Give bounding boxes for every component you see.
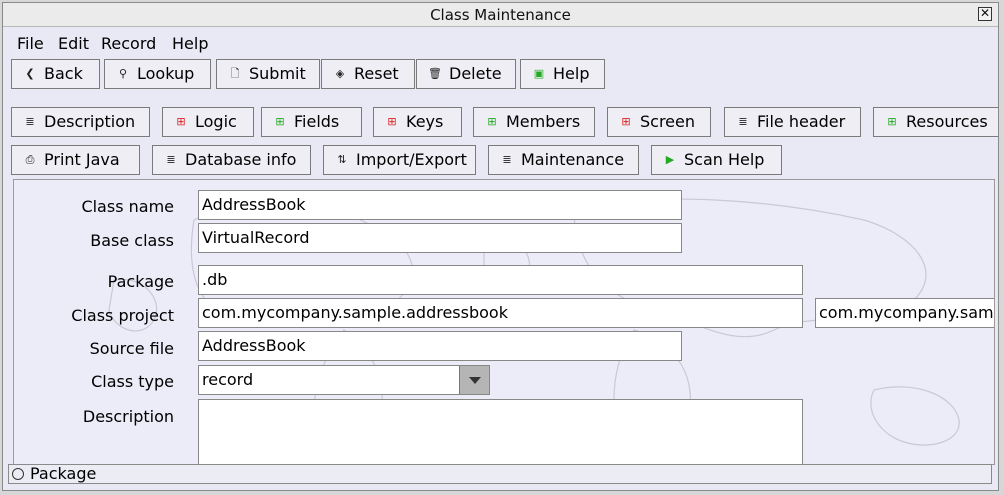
grid-icon: ⊞ bbox=[621, 115, 631, 128]
grid-icon: ⊞ bbox=[387, 115, 397, 128]
delete-button[interactable]: 🗑 Delete bbox=[416, 59, 516, 89]
tab-scan-help-label: Scan Help bbox=[684, 150, 765, 169]
description-label: Description bbox=[82, 407, 174, 426]
description-textarea[interactable] bbox=[198, 399, 803, 464]
tab-scan-help[interactable]: ▶ Scan Help bbox=[651, 145, 782, 175]
tab-maintenance[interactable]: ≣ Maintenance bbox=[488, 145, 639, 175]
package-field[interactable]: .db bbox=[198, 265, 803, 295]
status-bar: Package bbox=[8, 464, 992, 484]
help-book-icon: ▣ bbox=[533, 67, 545, 80]
delete-label: Delete bbox=[449, 64, 502, 83]
tab-screen-label: Screen bbox=[640, 112, 696, 131]
play-icon: ▶ bbox=[665, 153, 675, 166]
tab-database-info-label: Database info bbox=[185, 150, 297, 169]
help-button[interactable]: ▣ Help bbox=[520, 59, 605, 89]
help-label: Help bbox=[553, 64, 590, 83]
chevron-left-icon: ❮ bbox=[25, 67, 35, 80]
printer-icon: ⎙ bbox=[25, 153, 35, 166]
class-name-label: Class name bbox=[81, 197, 174, 216]
class-maintenance-window: Class Maintenance ✕ File Edit Record Hel… bbox=[2, 2, 999, 491]
reset-label: Reset bbox=[354, 64, 399, 83]
document-icon: 🗋 bbox=[230, 67, 240, 80]
submit-label: Submit bbox=[249, 64, 306, 83]
tab-members-label: Members bbox=[506, 112, 581, 131]
tab-screen[interactable]: ⊞ Screen bbox=[607, 107, 711, 137]
source-file-label: Source file bbox=[89, 339, 174, 358]
class-project-label: Class project bbox=[71, 306, 174, 325]
grid-icon: ⊞ bbox=[176, 115, 186, 128]
tab-print-java-label: Print Java bbox=[44, 150, 120, 169]
window-title: Class Maintenance bbox=[430, 6, 571, 24]
tab-database-info[interactable]: ≣ Database info bbox=[152, 145, 311, 175]
back-button[interactable]: ❮ Back bbox=[11, 59, 100, 89]
grid-icon: ⊞ bbox=[887, 115, 897, 128]
tab-file-header-label: File header bbox=[757, 112, 846, 131]
tab-fields-label: Fields bbox=[294, 112, 340, 131]
tab-keys-label: Keys bbox=[406, 112, 444, 131]
text-lines-icon: ≣ bbox=[738, 115, 748, 128]
tab-file-header[interactable]: ≣ File header bbox=[724, 107, 861, 137]
class-type-label: Class type bbox=[91, 372, 174, 391]
tab-members[interactable]: ⊞ Members bbox=[473, 107, 595, 137]
base-class-label: Base class bbox=[90, 231, 174, 250]
status-circle-icon bbox=[12, 468, 24, 480]
class-form: Class name AddressBook Base class Virtua… bbox=[13, 179, 995, 465]
magnifier-icon: ⚲ bbox=[118, 67, 128, 80]
tab-import-export-label: Import/Export bbox=[356, 150, 467, 169]
text-lines-icon: ≣ bbox=[25, 115, 35, 128]
class-type-select[interactable]: record bbox=[198, 365, 490, 395]
tab-logic[interactable]: ⊞ Logic bbox=[162, 107, 254, 137]
tab-description-label: Description bbox=[44, 112, 136, 131]
tab-maintenance-label: Maintenance bbox=[521, 150, 625, 169]
class-project-field[interactable]: com.mycompany.sample.addressbook bbox=[198, 298, 803, 328]
menu-edit[interactable]: Edit bbox=[58, 34, 89, 53]
reset-icon: ◈ bbox=[335, 67, 345, 80]
import-export-icon: ⇅ bbox=[337, 153, 347, 166]
tab-resources[interactable]: ⊞ Resources bbox=[873, 107, 998, 137]
chevron-down-icon[interactable] bbox=[459, 366, 489, 394]
submit-button[interactable]: 🗋 Submit bbox=[216, 59, 320, 89]
tab-fields[interactable]: ⊞ Fields bbox=[261, 107, 362, 137]
class-name-field[interactable]: AddressBook bbox=[198, 190, 682, 220]
lookup-label: Lookup bbox=[137, 64, 195, 83]
back-label: Back bbox=[44, 64, 83, 83]
menu-file[interactable]: File bbox=[17, 34, 44, 53]
package-label: Package bbox=[107, 272, 174, 291]
base-class-field[interactable]: VirtualRecord bbox=[198, 223, 682, 253]
tab-description[interactable]: ≣ Description bbox=[11, 107, 150, 137]
tab-keys[interactable]: ⊞ Keys bbox=[373, 107, 462, 137]
tab-logic-label: Logic bbox=[195, 112, 237, 131]
text-lines-icon: ≣ bbox=[502, 153, 512, 166]
tab-resources-label: Resources bbox=[906, 112, 988, 131]
status-text: Package bbox=[30, 464, 97, 483]
class-type-value: record bbox=[202, 370, 254, 389]
lookup-button[interactable]: ⚲ Lookup bbox=[104, 59, 211, 89]
close-icon[interactable]: ✕ bbox=[978, 7, 992, 21]
text-lines-icon: ≣ bbox=[166, 153, 176, 166]
tab-print-java[interactable]: ⎙ Print Java bbox=[11, 145, 140, 175]
reset-button[interactable]: ◈ Reset bbox=[321, 59, 415, 89]
title-bar: Class Maintenance ✕ bbox=[3, 3, 998, 27]
trash-icon: 🗑 bbox=[428, 67, 442, 80]
menu-record[interactable]: Record bbox=[101, 34, 156, 53]
tab-import-export[interactable]: ⇅ Import/Export bbox=[323, 145, 476, 175]
class-project-package-field[interactable]: com.mycompany.sample.addressbook bbox=[815, 298, 994, 328]
grid-icon: ⊞ bbox=[275, 115, 285, 128]
menu-help[interactable]: Help bbox=[172, 34, 208, 53]
source-file-field[interactable]: AddressBook bbox=[198, 331, 682, 361]
grid-icon: ⊞ bbox=[487, 115, 497, 128]
